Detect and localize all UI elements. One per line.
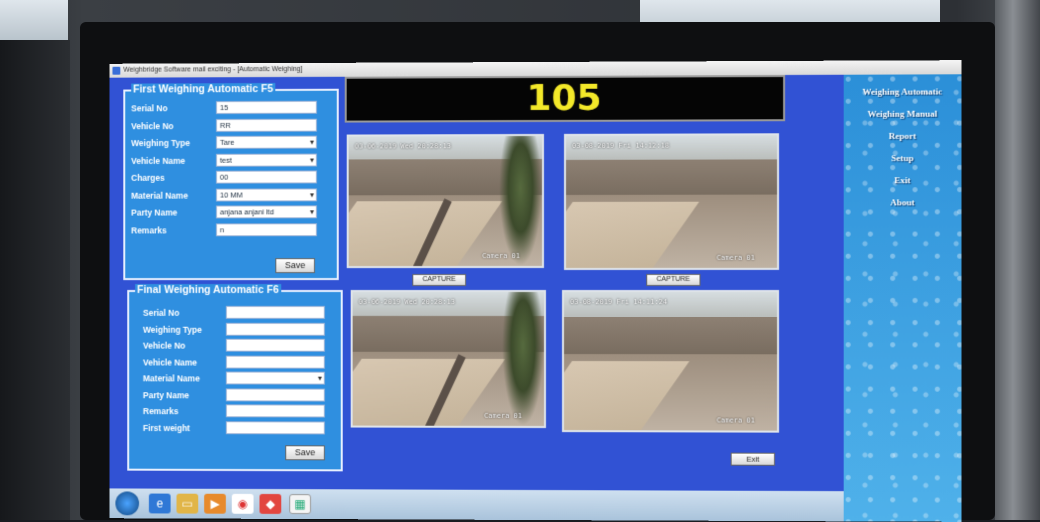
camera-timestamp: 03-08-2019 Fri 14:12:18: [572, 141, 670, 150]
sidebar-item-report[interactable]: Report: [844, 131, 962, 141]
first-save-button[interactable]: Save: [275, 258, 315, 274]
form-row: Weighing Type Tare: [125, 135, 337, 151]
sidebar-item-weighing-automatic[interactable]: Weighing Automatic: [844, 86, 962, 97]
camera-tree: [499, 135, 542, 267]
form-row: Vehicle No: [129, 338, 341, 353]
sidebar-menu: Weighing Automatic Weighing Manual Repor…: [843, 74, 962, 522]
camera-timestamp: 03-06-2019 Wed 20:28:13: [354, 142, 452, 151]
chrome-icon[interactable]: ◉: [231, 493, 254, 514]
field-input[interactable]: [225, 305, 325, 319]
anydesk-icon[interactable]: ◆: [259, 493, 282, 514]
camera-tree: [501, 291, 544, 427]
field-label: First weight: [142, 422, 191, 433]
exit-button[interactable]: Exit: [730, 452, 776, 466]
field-input[interactable]: [225, 387, 325, 402]
sidebar-item-setup[interactable]: Setup: [844, 153, 962, 163]
app-window-icon[interactable]: ▦: [289, 494, 311, 515]
media-player-icon[interactable]: ▶: [204, 493, 226, 514]
first-panel-legend: First Weighing Automatic F5: [131, 83, 276, 96]
field-label: Party Name: [131, 207, 178, 218]
form-row: Serial No 15: [125, 100, 337, 116]
final-weighing-panel: Final Weighing Automatic F6 Serial No Wei…: [127, 284, 343, 472]
form-row: Serial No: [129, 305, 341, 320]
field-label: Charges: [131, 172, 165, 183]
first-weighing-panel: First Weighing Automatic F5 Serial No 15 V…: [123, 83, 339, 281]
camera-feed-3: 03-06-2019 Wed 20:28:13 Camera 01: [350, 289, 546, 429]
capture-button-1[interactable]: CAPTURE: [412, 274, 467, 287]
field-input[interactable]: n: [215, 222, 317, 236]
window-light-left: [0, 0, 68, 40]
form-row: Remarks n: [125, 222, 337, 237]
camera-label: Camera 01: [716, 416, 755, 425]
camera-timestamp: 03-08-2019 Fri 14:11:24: [570, 298, 668, 307]
folder-icon[interactable]: ▭: [176, 493, 199, 514]
left-device: [0, 40, 70, 520]
right-device: [995, 0, 1040, 520]
final-panel-legend: Final Weighing Automatic F6: [135, 284, 281, 296]
field-label: Party Name: [142, 389, 190, 400]
ie-icon[interactable]: e: [148, 493, 171, 514]
camera-feed-4: 03-08-2019 Fri 14:11:24 Camera 01: [562, 289, 780, 433]
field-input[interactable]: 00: [215, 170, 317, 184]
windows-taskbar: e ▭ ▶ ◉ ◆ ▦: [109, 488, 844, 522]
form-row: Party Name: [129, 387, 341, 402]
field-dropdown[interactable]: anjana anjani ltd: [215, 205, 317, 219]
camera-label: Camera 01: [484, 411, 523, 420]
field-label: Serial No: [142, 307, 180, 318]
camera-timestamp: 03-06-2019 Wed 20:28:13: [358, 297, 456, 306]
field-input[interactable]: [225, 338, 325, 352]
app-icon: [112, 66, 121, 75]
field-input[interactable]: [225, 420, 325, 434]
field-input[interactable]: [225, 355, 325, 369]
form-row: Party Name anjana anjani ltd: [125, 205, 337, 219]
form-row: Charges 00: [125, 170, 337, 184]
field-label: Vehicle No: [142, 340, 186, 351]
window-title: Weighbridge Software mail exciting - [Au…: [123, 65, 303, 74]
form-row: Remarks: [129, 404, 341, 418]
field-label: Vehicle Name: [142, 357, 198, 368]
form-row: Vehicle Name: [129, 355, 341, 369]
camera-feed-2: 03-08-2019 Fri 14:12:18 Camera 01: [564, 133, 780, 270]
camera-label: Camera 01: [716, 253, 755, 262]
field-label: Weighing Type: [131, 137, 190, 149]
windows-start-icon[interactable]: [115, 491, 140, 516]
field-dropdown[interactable]: [225, 371, 325, 385]
monitor-screen: Weighbridge Software mail exciting - [Au…: [109, 60, 962, 522]
form-row: Vehicle Name test: [125, 153, 337, 167]
capture-button-2[interactable]: CAPTURE: [646, 273, 701, 286]
field-label: Material Name: [131, 190, 188, 201]
weight-display: 105: [344, 74, 786, 123]
field-dropdown[interactable]: Tare: [215, 135, 317, 149]
main-area: First Weighing Automatic F5 Serial No 15 V…: [109, 74, 844, 492]
field-dropdown[interactable]: test: [215, 153, 317, 167]
form-row: Material Name 10 MM: [125, 187, 337, 202]
field-input[interactable]: 15: [215, 100, 317, 115]
sidebar-item-about[interactable]: About: [844, 197, 962, 207]
camera-label: Camera 01: [482, 252, 521, 261]
camera-feed-1: 03-06-2019 Wed 20:28:13 Camera 01: [346, 133, 544, 269]
sidebar-item-weighing-manual[interactable]: Weighing Manual: [844, 109, 962, 119]
field-label: Material Name: [142, 373, 200, 384]
field-label: Vehicle No: [131, 120, 174, 131]
field-label: Serial No: [131, 103, 168, 114]
field-label: Weighing Type: [142, 324, 202, 335]
form-row: Weighing Type: [129, 322, 341, 336]
field-input[interactable]: RR: [215, 118, 317, 132]
field-dropdown[interactable]: 10 MM: [215, 187, 317, 202]
form-row: First weight: [129, 420, 341, 435]
field-label: Remarks: [131, 224, 167, 235]
sidebar-item-exit[interactable]: Exit: [844, 175, 962, 185]
form-row: Material Name: [129, 371, 341, 385]
field-input[interactable]: [225, 404, 325, 418]
field-input[interactable]: [225, 322, 325, 336]
weight-value: 105: [526, 77, 602, 120]
final-save-button[interactable]: Save: [285, 445, 325, 461]
field-label: Vehicle Name: [131, 155, 186, 166]
field-label: Remarks: [142, 406, 179, 417]
form-row: Vehicle No RR: [125, 118, 337, 133]
